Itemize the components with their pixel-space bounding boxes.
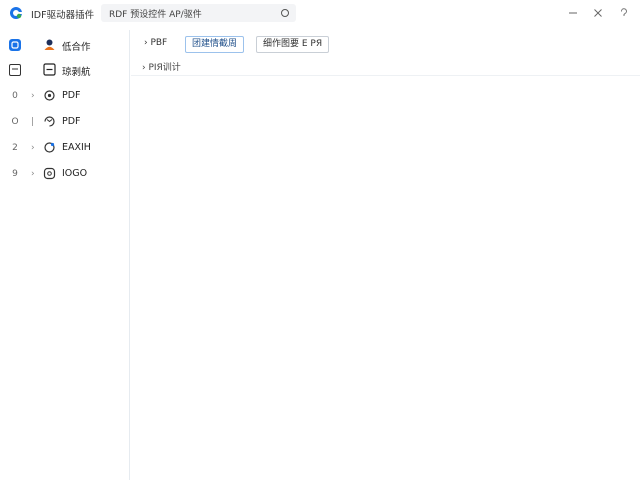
sidebar-item-label: IOGO bbox=[62, 168, 88, 179]
app-logo-icon bbox=[10, 7, 22, 19]
sidebar-item-label: EAXIH bbox=[62, 142, 91, 153]
sidebar-item-label: PDF bbox=[62, 90, 81, 101]
sidebar-item-label: 琼剥航 bbox=[62, 67, 91, 78]
title-separator: ‹ bbox=[89, 7, 93, 17]
sidebar-item-lead: 9 bbox=[12, 169, 18, 179]
blue-square-icon bbox=[9, 39, 21, 51]
sidebar: 低合作 琼剥航 0 › PDF O | PDF 2 › EAXIH 9 › IO… bbox=[0, 30, 130, 480]
search-text: RDF 预设控件 AP/驱件 bbox=[109, 10, 202, 20]
sidebar-item-4[interactable]: O | PDF bbox=[0, 113, 130, 133]
expand-arrow-icon[interactable]: | bbox=[31, 116, 34, 128]
sidebar-item-3[interactable]: 0 › PDF bbox=[0, 87, 130, 107]
expand-arrow-icon[interactable]: › bbox=[31, 168, 35, 180]
toolbar: › PBF 团建情截周 细作图要 E PЯ bbox=[131, 30, 640, 58]
sidebar-item-label: 低合作 bbox=[62, 42, 91, 53]
minus-box-icon bbox=[43, 63, 56, 76]
breadcrumb: › PIЯ训计 bbox=[131, 58, 640, 76]
search-input[interactable]: RDF 预设控件 AP/驱件 bbox=[101, 4, 296, 22]
title-bar: IDF驱动器插件 ‹ RDF 预设控件 AP/驱件 bbox=[0, 0, 640, 28]
sidebar-item-1[interactable]: 低合作 bbox=[0, 36, 130, 56]
toolbar-button[interactable]: 细作图要 E PЯ bbox=[256, 36, 330, 53]
toolbar-active-button[interactable]: 团建情截周 bbox=[185, 36, 245, 53]
person-icon bbox=[44, 39, 55, 50]
sidebar-item-6[interactable]: 9 › IOGO bbox=[0, 165, 130, 185]
box-icon bbox=[43, 167, 56, 180]
sidebar-item-5[interactable]: 2 › EAXIH bbox=[0, 139, 130, 159]
app-title: IDF驱动器插件 bbox=[31, 10, 95, 21]
search-icon[interactable] bbox=[280, 8, 290, 18]
expand-arrow-icon[interactable]: › bbox=[31, 90, 35, 102]
refresh-icon bbox=[44, 116, 55, 127]
chat-icon bbox=[44, 142, 55, 153]
main-content-area bbox=[131, 77, 640, 480]
sidebar-item-lead: 2 bbox=[12, 143, 18, 153]
help-icon[interactable] bbox=[617, 6, 631, 20]
sidebar-item-2[interactable]: 琼剥航 bbox=[0, 61, 130, 81]
minimize-icon[interactable] bbox=[566, 6, 580, 20]
sidebar-item-label: PDF bbox=[62, 116, 81, 127]
expand-arrow-icon[interactable]: › bbox=[31, 142, 35, 154]
gear-icon bbox=[44, 90, 55, 101]
breadcrumb-text[interactable]: › PIЯ训计 bbox=[142, 60, 181, 73]
square-icon bbox=[9, 64, 21, 76]
toolbar-pdf-link[interactable]: › PBF bbox=[140, 36, 171, 53]
close-icon[interactable] bbox=[591, 6, 605, 20]
sidebar-item-lead: 0 bbox=[12, 91, 18, 101]
sidebar-item-lead: O bbox=[11, 117, 19, 127]
